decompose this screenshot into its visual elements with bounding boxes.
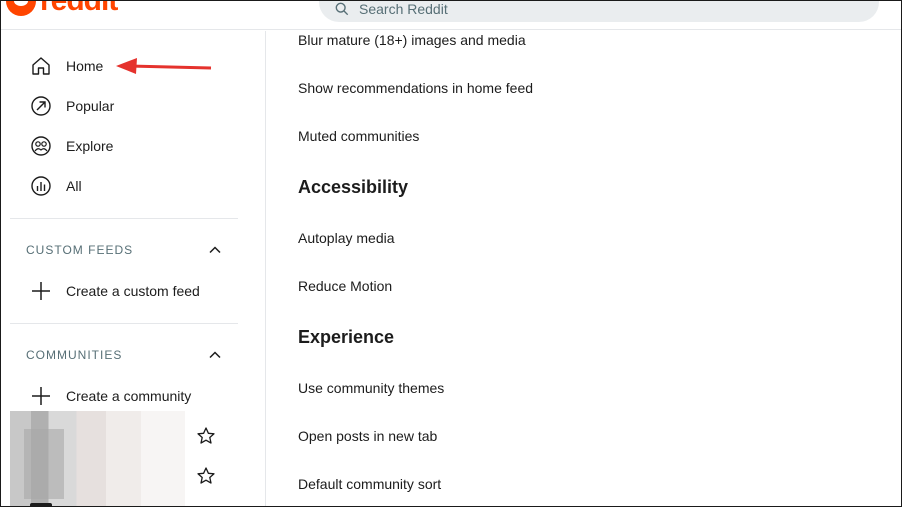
popular-arrow-icon [31, 96, 51, 116]
reddit-logo[interactable]: reddit [6, 0, 118, 17]
sidebar-item-label: Explore [66, 138, 114, 154]
reddit-logo-icon [6, 0, 36, 16]
left-sidebar: Home Popular Explore All CUSTOM FEEDS Cr… [0, 31, 266, 507]
create-custom-feed-button[interactable]: Create a custom feed [30, 280, 200, 302]
custom-feeds-header[interactable]: CUSTOM FEEDS [26, 243, 222, 257]
create-custom-feed-label: Create a custom feed [66, 283, 200, 299]
star-icon[interactable] [196, 426, 216, 446]
all-chart-icon [31, 176, 51, 196]
sidebar-divider [10, 218, 238, 219]
custom-feeds-title: CUSTOM FEEDS [26, 243, 134, 257]
top-header: reddit Search Reddit [0, 0, 902, 30]
sidebar-item-label: Home [66, 58, 104, 74]
plus-icon [32, 387, 50, 405]
star-icon[interactable] [196, 466, 216, 486]
communities-title: COMMUNITIES [26, 348, 123, 362]
logo-wordmark: reddit [40, 0, 118, 17]
chevron-up-icon[interactable] [208, 348, 222, 362]
sidebar-item-popular[interactable]: Popular [30, 95, 114, 117]
annotation-arrow [116, 58, 212, 74]
sidebar-item-label: All [66, 178, 82, 194]
home-icon [32, 57, 50, 75]
section-title-accessibility: Accessibility [298, 177, 409, 197]
create-community-button[interactable]: Create a community [30, 385, 191, 407]
community-avatar-partial [30, 503, 52, 507]
setting-autoplay-media[interactable]: Autoplay media [298, 230, 395, 246]
sidebar-item-all[interactable]: All [30, 175, 82, 197]
setting-show-recommendations[interactable]: Show recommendations in home feed [298, 80, 533, 96]
search-placeholder: Search Reddit [359, 1, 448, 17]
setting-community-themes[interactable]: Use community themes [298, 380, 444, 396]
search-icon [335, 2, 349, 16]
sidebar-divider [10, 323, 238, 324]
setting-reduce-motion[interactable]: Reduce Motion [298, 278, 392, 294]
create-community-label: Create a community [66, 388, 192, 404]
section-title-experience: Experience [298, 327, 395, 347]
blurred-community-list [10, 411, 185, 507]
search-input[interactable]: Search Reddit [319, 0, 879, 22]
setting-open-posts-new-tab[interactable]: Open posts in new tab [298, 428, 437, 444]
chevron-up-icon[interactable] [208, 243, 222, 257]
sidebar-item-label: Popular [66, 98, 115, 114]
explore-icon [31, 136, 51, 156]
setting-muted-communities[interactable]: Muted communities [298, 128, 419, 144]
plus-icon [32, 282, 50, 300]
setting-blur-mature[interactable]: Blur mature (18+) images and media [298, 32, 526, 48]
settings-panel: Blur mature (18+) images and media Show … [267, 31, 901, 507]
sidebar-item-home[interactable]: Home [30, 55, 103, 77]
sidebar-item-explore[interactable]: Explore [30, 135, 113, 157]
communities-header[interactable]: COMMUNITIES [26, 348, 222, 362]
setting-default-community-sort[interactable]: Default community sort [298, 476, 441, 492]
